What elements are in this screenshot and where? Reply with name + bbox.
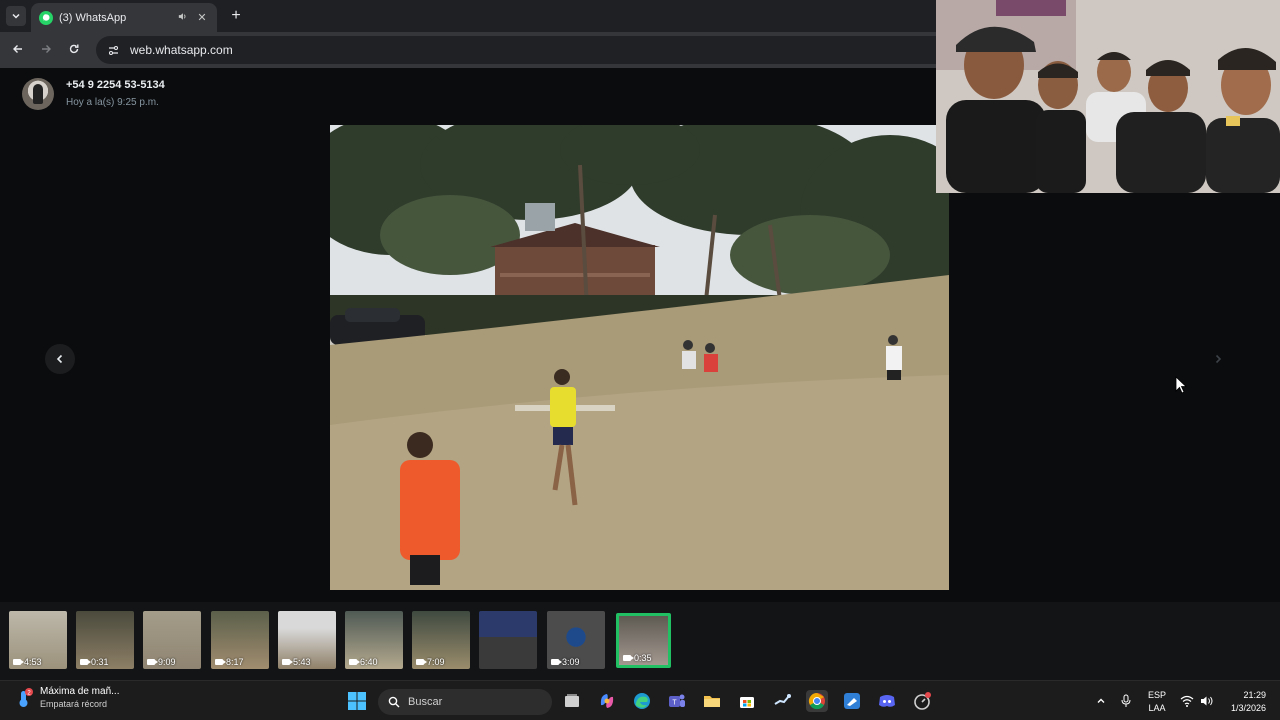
chrome-icon[interactable]	[806, 690, 828, 712]
weather-widget[interactable]: 2 Máxima de mañ... Empatará récord	[14, 686, 119, 709]
video-frame-image	[330, 125, 949, 590]
new-tab-button[interactable]: +	[226, 6, 246, 26]
sketch-app-icon[interactable]	[841, 690, 863, 712]
thumbnail-duration: 6:40	[360, 657, 378, 667]
app-with-notification-icon[interactable]	[911, 690, 933, 712]
search-label: Buscar	[408, 696, 443, 708]
weather-subtitle: Empatará récord	[40, 699, 108, 709]
tab-search-button[interactable]	[6, 6, 26, 26]
thumbnail-duration: 5:43	[293, 657, 311, 667]
avatar	[22, 78, 54, 110]
discord-icon[interactable]	[876, 690, 898, 712]
edge-icon[interactable]	[631, 690, 653, 712]
clock-time: 21:29	[1243, 690, 1266, 700]
thumbnail-duration: 7:09	[427, 657, 445, 667]
system-clock[interactable]: 21:29 1/3/2026	[1226, 689, 1266, 715]
media-sender[interactable]: +54 9 2254 53-5134 Hoy a la(s) 9:25 p.m.	[22, 78, 165, 110]
thumbnail-duration: 8:17	[226, 657, 244, 667]
whatsapp-icon	[39, 10, 53, 25]
chevron-up-icon[interactable]	[1090, 690, 1112, 712]
thumbnail-item-active[interactable]: 0:35	[616, 613, 671, 668]
thumbnail-item[interactable]: 5:43	[278, 611, 336, 669]
search-icon	[388, 696, 400, 708]
screen: (3) WhatsApp ✕ + web.whatsapp.com +54 9 …	[0, 0, 1280, 720]
chevron-down-icon	[12, 13, 20, 19]
speaker-icon[interactable]	[175, 11, 189, 25]
reload-icon[interactable]	[64, 40, 84, 60]
teams-icon[interactable]: T	[666, 690, 688, 712]
copilot-icon[interactable]	[596, 690, 618, 712]
task-view-icon[interactable]	[561, 690, 583, 712]
weather-title: Máxima de mañ...	[40, 686, 120, 697]
browser-tab-whatsapp[interactable]: (3) WhatsApp ✕	[31, 3, 217, 32]
forward-arrow-icon[interactable]	[36, 40, 56, 60]
chevron-left-icon	[56, 354, 63, 364]
taskbar-search[interactable]: Buscar	[378, 689, 552, 715]
thumbnail-duration: 9:09	[158, 657, 176, 667]
thumbnail-duration: 4:53	[24, 657, 42, 667]
media-thumbnail-strip: 4:53 0:31 9:09 8:17 5:43 6:40 7:09 3:09 …	[0, 602, 1280, 680]
language-code: ESP	[1147, 690, 1166, 700]
thumbnail-item[interactable]: 7:09	[412, 611, 470, 669]
next-media-button[interactable]	[1203, 344, 1233, 374]
thumbnail-duration: 0:31	[91, 657, 109, 667]
address-url: web.whatsapp.com	[130, 43, 233, 57]
sender-name: +54 9 2254 53-5134	[66, 79, 165, 91]
thermometer-icon: 2	[19, 687, 33, 707]
video-icon	[80, 659, 91, 665]
input-language[interactable]: ESP LAA	[1146, 689, 1168, 715]
svg-text:T: T	[672, 700, 677, 707]
sender-timestamp: Hoy a la(s) 9:25 p.m.	[66, 97, 159, 108]
thumbnail-duration: 3:09	[562, 657, 580, 667]
webcam-image	[936, 0, 1280, 193]
windows-taskbar: 2 Máxima de mañ... Empatará récord Busca…	[0, 680, 1280, 720]
windows-start-icon[interactable]	[346, 690, 368, 712]
thumbnail-item[interactable]: 6:40	[345, 611, 403, 669]
thumbnail-item[interactable]: 8:17	[211, 611, 269, 669]
close-tab-icon[interactable]: ✕	[195, 11, 209, 24]
thumbnail-item[interactable]: 3:09	[547, 611, 605, 669]
previous-media-button[interactable]	[45, 344, 75, 374]
microphone-icon[interactable]	[1115, 690, 1137, 712]
video-icon	[215, 659, 226, 665]
site-settings-icon[interactable]	[106, 43, 120, 57]
video-icon	[282, 659, 293, 665]
tab-title: (3) WhatsApp	[59, 11, 127, 24]
video-icon	[551, 659, 562, 665]
clock-date: 1/3/2026	[1230, 703, 1266, 713]
chevron-right-icon	[1215, 354, 1222, 364]
steam-icon[interactable]	[771, 690, 793, 712]
webcam-overlay	[936, 0, 1280, 193]
language-variant: LAA	[1148, 703, 1166, 713]
video-icon	[416, 659, 427, 665]
microsoft-store-icon[interactable]	[736, 690, 758, 712]
video-icon	[349, 659, 360, 665]
thumbnail-item[interactable]: 0:31	[76, 611, 134, 669]
thumbnail-item[interactable]	[479, 611, 537, 669]
video-icon	[623, 655, 634, 661]
file-explorer-icon[interactable]	[701, 690, 723, 712]
mouse-cursor-icon	[1175, 376, 1187, 394]
video-player[interactable]	[330, 125, 949, 590]
wifi-icon[interactable]	[1176, 690, 1198, 712]
thumbnail-duration: 0:35	[634, 653, 652, 663]
video-icon	[13, 659, 24, 665]
thumbnail-item[interactable]: 9:09	[143, 611, 201, 669]
volume-icon[interactable]	[1196, 690, 1218, 712]
thumbnail-item[interactable]: 4:53	[9, 611, 67, 669]
back-arrow-icon[interactable]	[8, 40, 28, 60]
video-icon	[147, 659, 158, 665]
